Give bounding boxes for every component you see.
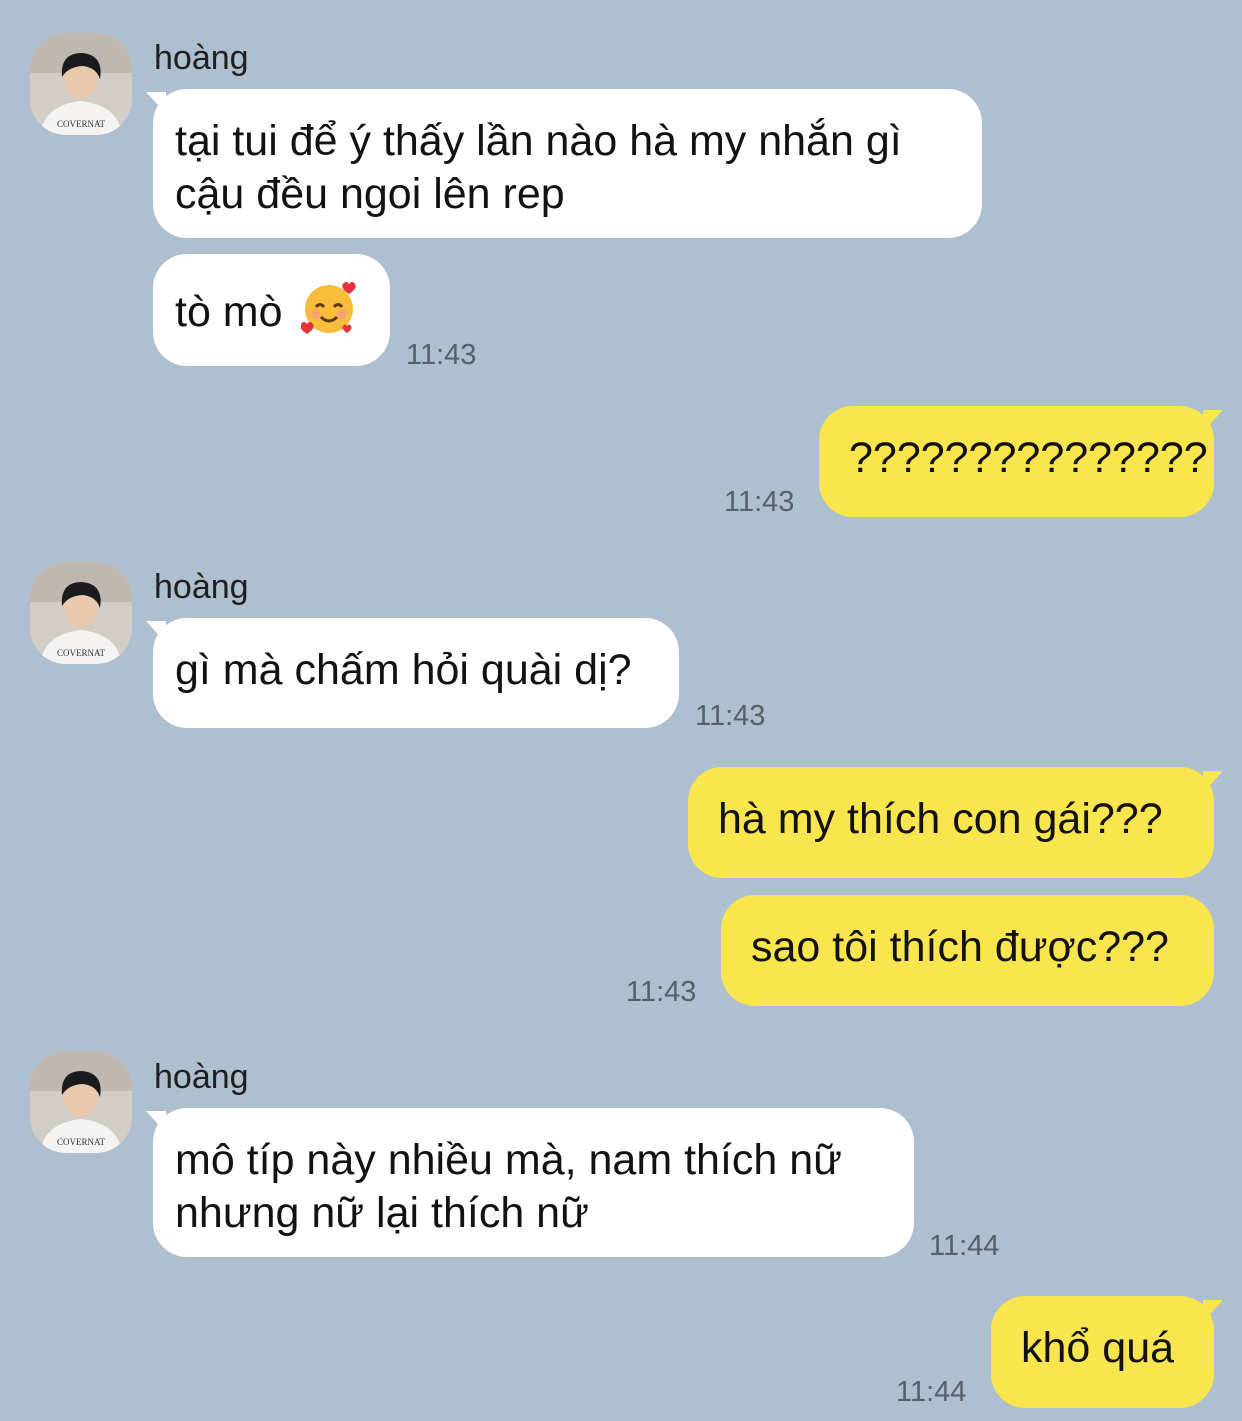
sender-name: hoàng — [154, 568, 249, 606]
incoming-message-bubble[interactable]: gì mà chấm hỏi quài dị? — [153, 618, 679, 728]
message-timestamp: 11:43 — [406, 339, 477, 371]
message-text: khổ quá — [1021, 1324, 1175, 1372]
outgoing-message-bubble[interactable]: hà my thích con gái??? — [688, 767, 1214, 878]
message-timestamp: 11:43 — [695, 700, 766, 732]
avatar[interactable]: COVERNAT — [30, 1051, 132, 1153]
svg-text:COVERNAT: COVERNAT — [57, 648, 106, 658]
message-text: gì mà chấm hỏi quài dị? — [175, 646, 632, 694]
svg-text:COVERNAT: COVERNAT — [57, 1137, 106, 1147]
outgoing-message-bubble[interactable]: sao tôi thích được??? — [721, 895, 1214, 1006]
smiling-face-with-hearts-emoji — [300, 282, 356, 334]
message-text: sao tôi thích được??? — [751, 923, 1169, 971]
avatar[interactable]: COVERNAT — [30, 33, 132, 135]
bubble-tail — [1203, 1300, 1223, 1322]
message-timestamp: 11:44 — [929, 1230, 1000, 1262]
message-timestamp: 11:44 — [896, 1376, 967, 1408]
outgoing-message-bubble[interactable]: khổ quá — [991, 1296, 1214, 1408]
message-text-line: cậu đều ngoi lên rep — [175, 170, 565, 218]
outgoing-message-bubble[interactable]: ??????????????? — [819, 406, 1214, 517]
message-text-line: nhưng nữ lại thích nữ — [175, 1189, 589, 1237]
message-text-line: mô típ này nhiều mà, nam thích nữ — [175, 1136, 842, 1184]
message-timestamp: 11:43 — [724, 486, 795, 518]
incoming-message-bubble[interactable]: mô típ này nhiều mà, nam thích nữ nhưng … — [153, 1108, 914, 1257]
sender-name: hoàng — [154, 39, 249, 77]
avatar-photo-icon: COVERNAT — [30, 33, 132, 135]
message-text: ??????????????? — [849, 434, 1208, 482]
bubble-tail — [1203, 410, 1223, 432]
avatar-photo-icon: COVERNAT — [30, 1051, 132, 1153]
avatar-photo-icon: COVERNAT — [30, 562, 132, 664]
bubble-tail — [1203, 771, 1223, 793]
svg-text:COVERNAT: COVERNAT — [57, 119, 106, 129]
message-text: tò mò — [175, 288, 283, 336]
message-text-line: tại tui để ý thấy lần nào hà my nhắn gì — [175, 117, 902, 165]
incoming-message-bubble[interactable]: tò mò — [153, 254, 390, 366]
avatar[interactable]: COVERNAT — [30, 562, 132, 664]
message-timestamp: 11:43 — [626, 976, 697, 1008]
message-text: hà my thích con gái??? — [718, 795, 1163, 843]
sender-name: hoàng — [154, 1058, 249, 1096]
incoming-message-bubble[interactable]: tại tui để ý thấy lần nào hà my nhắn gì … — [153, 89, 982, 238]
